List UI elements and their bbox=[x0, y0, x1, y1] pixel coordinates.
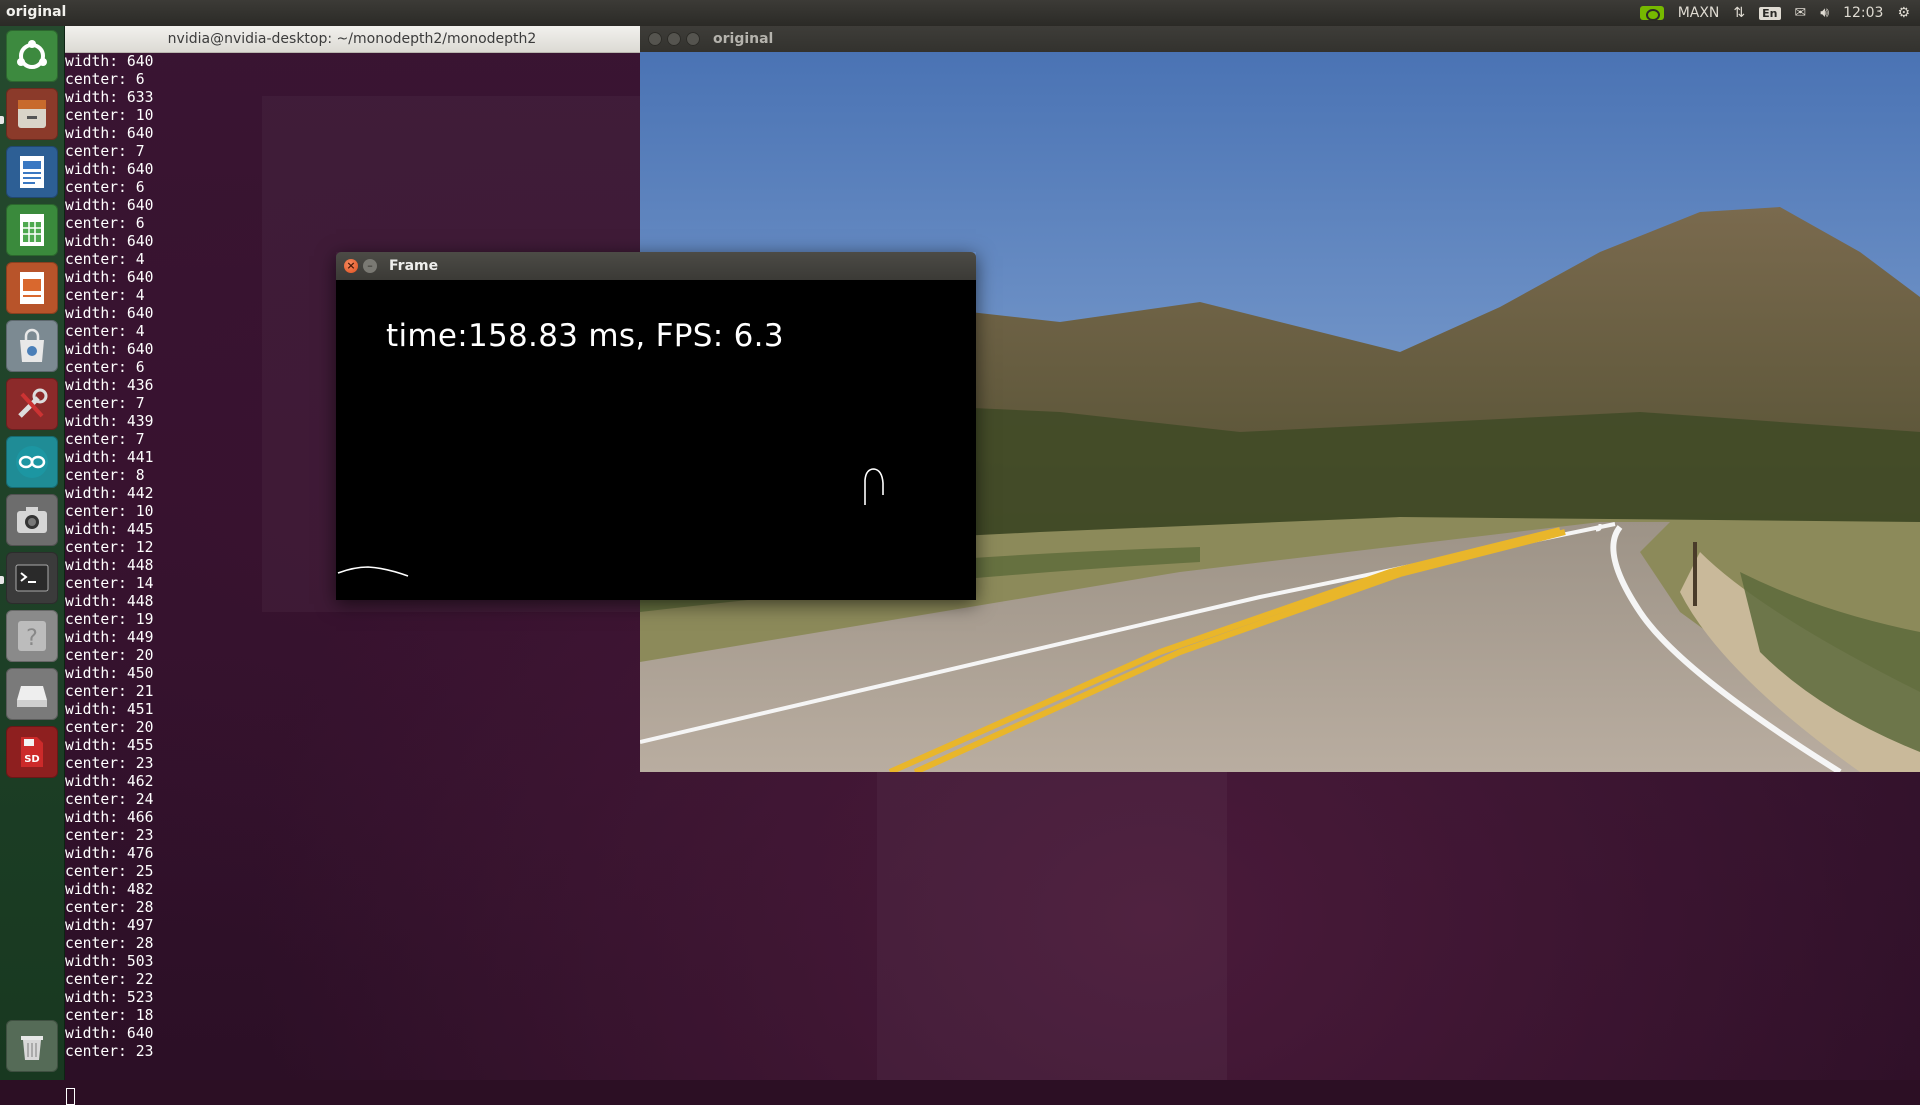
launcher-ubuntu-dash[interactable] bbox=[6, 30, 58, 82]
question-mark-icon: ? bbox=[18, 621, 46, 651]
writer-document-icon bbox=[20, 156, 44, 188]
camera-icon bbox=[17, 507, 47, 533]
clock[interactable]: 12:03 bbox=[1843, 5, 1883, 21]
frame-titlebar[interactable]: × – Frame bbox=[336, 252, 976, 280]
file-cabinet-icon bbox=[18, 100, 46, 128]
minimize-icon[interactable] bbox=[667, 32, 681, 46]
background-window-ghost bbox=[877, 770, 1227, 1080]
launcher-files[interactable] bbox=[6, 88, 58, 140]
wrench-screwdriver-icon bbox=[18, 388, 48, 418]
launcher-sd-card[interactable]: SD bbox=[6, 726, 58, 778]
launcher-system-settings[interactable] bbox=[6, 378, 58, 430]
frame-window-title: Frame bbox=[389, 258, 439, 274]
active-app-title: original bbox=[6, 4, 67, 20]
maximize-icon[interactable] bbox=[686, 32, 700, 46]
launcher-arduino[interactable] bbox=[6, 436, 58, 488]
terminal-icon bbox=[15, 564, 49, 592]
ubuntu-logo-icon bbox=[17, 40, 47, 69]
volume-icon[interactable]: 🔊︎ bbox=[1820, 5, 1829, 21]
trash-icon bbox=[21, 1036, 43, 1060]
launcher-drive[interactable] bbox=[6, 668, 58, 720]
terminal-output: width: 640 center: 6 width: 633 center: … bbox=[65, 53, 154, 1060]
hard-drive-icon bbox=[17, 686, 47, 707]
terminal-cursor bbox=[66, 1088, 75, 1105]
top-panel: original MAXN ⇅ En ✉ 🔊︎ 12:03 ⚙ bbox=[0, 0, 1920, 26]
terminal-titlebar[interactable]: nvidia@nvidia-desktop: ~/monodepth2/mono… bbox=[64, 26, 640, 53]
network-arrows-icon[interactable]: ⇅ bbox=[1733, 5, 1745, 21]
sd-card-icon: SD bbox=[21, 737, 43, 767]
launcher-trash[interactable] bbox=[6, 1020, 58, 1072]
calc-spreadsheet-icon bbox=[20, 214, 44, 246]
svg-text:SD: SD bbox=[24, 754, 40, 765]
detected-contours bbox=[337, 468, 884, 577]
launcher-calc[interactable] bbox=[6, 204, 58, 256]
launcher-writer[interactable] bbox=[6, 146, 58, 198]
close-icon[interactable] bbox=[648, 32, 662, 46]
close-icon[interactable]: × bbox=[344, 259, 358, 273]
launcher-help[interactable]: ? bbox=[6, 610, 58, 662]
shopping-bag-icon bbox=[20, 328, 44, 362]
frame-window[interactable]: × – Frame time:158.83 ms, FPS: 6.3 bbox=[336, 252, 976, 600]
launcher-camera[interactable] bbox=[6, 494, 58, 546]
minimize-icon[interactable]: – bbox=[363, 259, 377, 273]
frame-canvas: time:158.83 ms, FPS: 6.3 bbox=[336, 280, 976, 600]
power-mode-label[interactable]: MAXN bbox=[1678, 5, 1720, 21]
indicator-area: MAXN ⇅ En ✉ 🔊︎ 12:03 ⚙ bbox=[1639, 0, 1910, 26]
gear-icon[interactable]: ⚙ bbox=[1897, 5, 1910, 21]
keyboard-layout-indicator[interactable]: En bbox=[1759, 6, 1781, 20]
launcher: ? SD bbox=[0, 26, 65, 1080]
original-titlebar[interactable]: original bbox=[640, 26, 1920, 52]
svg-text:?: ? bbox=[26, 626, 38, 651]
launcher-impress[interactable] bbox=[6, 262, 58, 314]
mail-icon[interactable]: ✉ bbox=[1795, 5, 1807, 21]
launcher-software-center[interactable] bbox=[6, 320, 58, 372]
infinity-icon bbox=[16, 446, 48, 478]
nvidia-icon[interactable] bbox=[1639, 6, 1664, 21]
launcher-terminal[interactable] bbox=[6, 552, 58, 604]
impress-presentation-icon bbox=[20, 272, 44, 304]
original-window-title: original bbox=[713, 31, 774, 47]
